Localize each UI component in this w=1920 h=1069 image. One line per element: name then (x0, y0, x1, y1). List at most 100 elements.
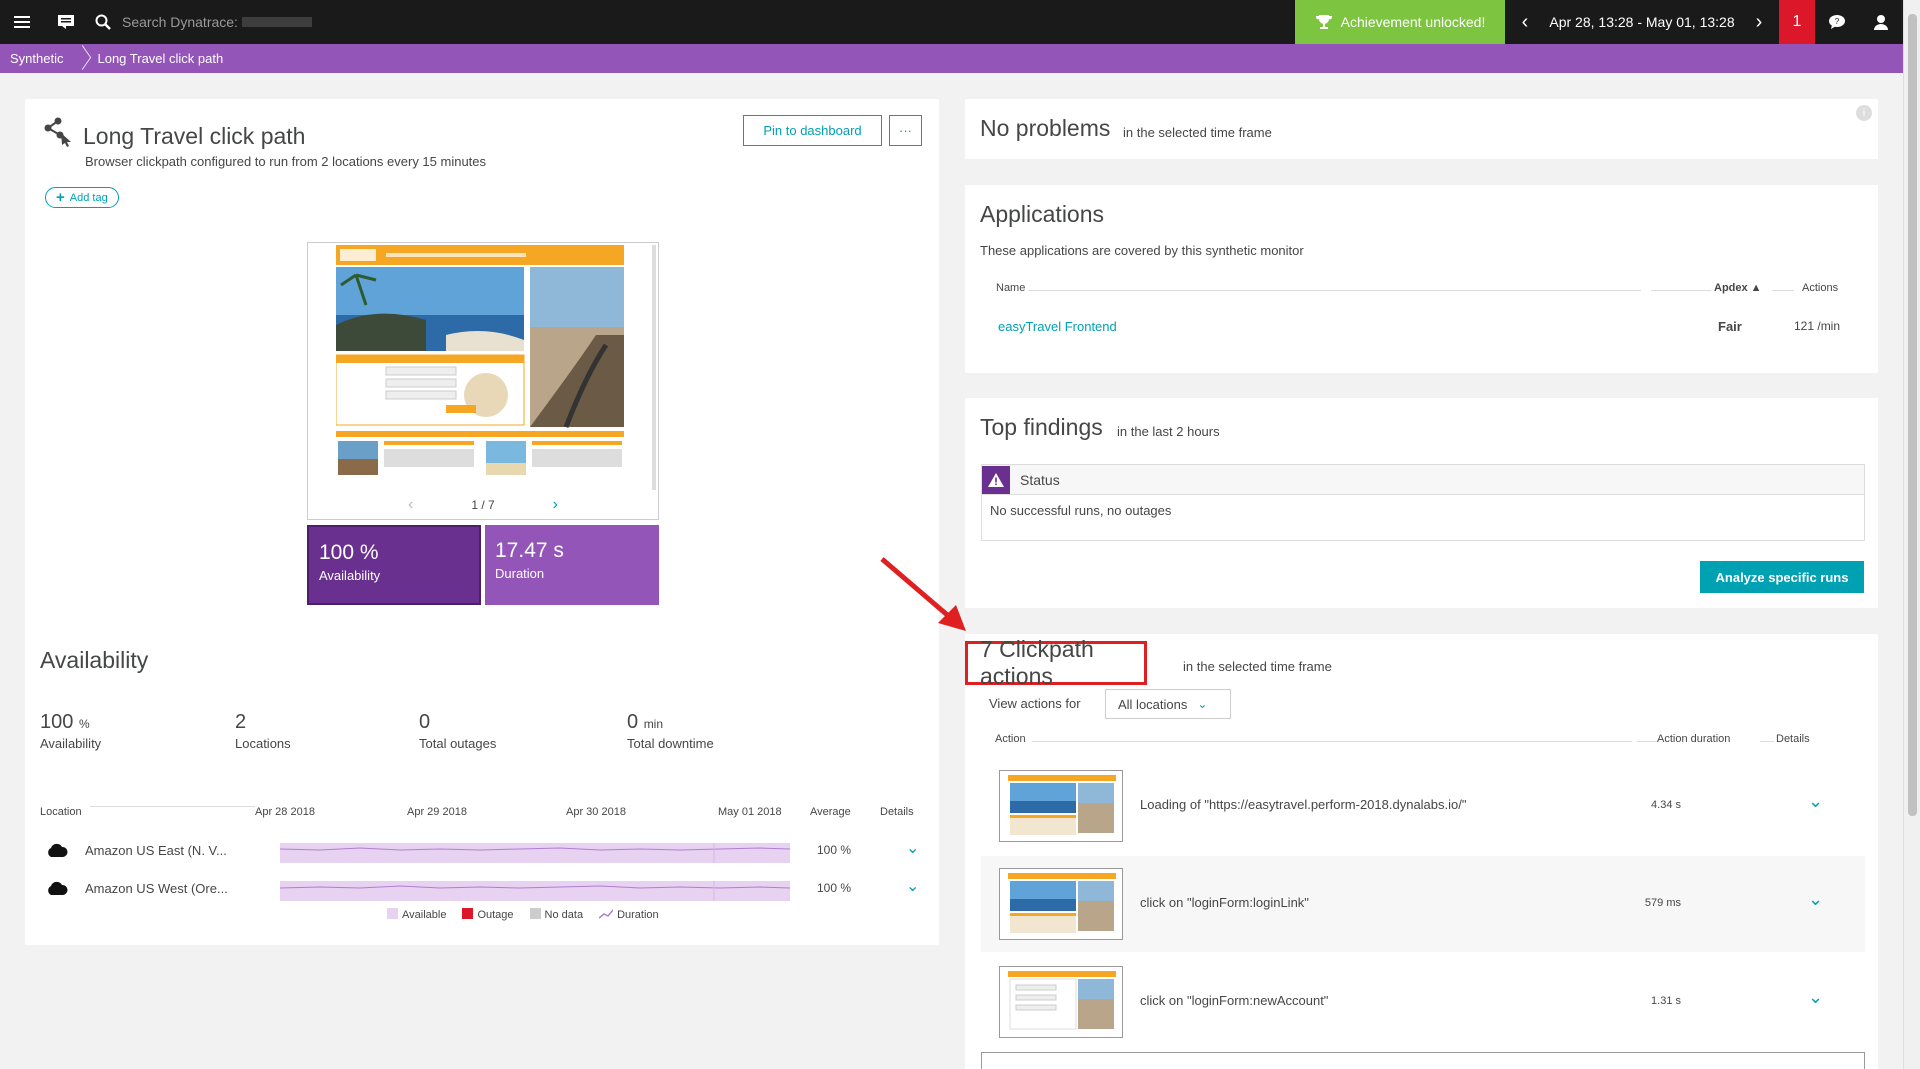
action-row[interactable]: Loading of "https://easytravel.perform-2… (981, 758, 1865, 854)
add-tag-label: Add tag (69, 191, 108, 204)
warning-icon (982, 465, 1010, 494)
plus-icon: + (56, 189, 65, 206)
col-action: Action (995, 733, 1026, 745)
col-apdex[interactable]: Apdex ▲ (1714, 282, 1762, 294)
availability-tile-value: 100 % (319, 541, 379, 564)
header-divider (1637, 741, 1657, 742)
legend-item: No data (529, 908, 583, 921)
col-details: Details (880, 806, 914, 818)
search-redacted (241, 17, 312, 27)
duration-tile-label: Duration (495, 566, 545, 581)
col-action-duration: Action duration (1657, 733, 1731, 745)
screenshot-pager: ‹ 1 / 7 › (408, 496, 558, 514)
legend-label: Duration (617, 908, 659, 921)
more-options-button[interactable]: ··· (889, 115, 922, 146)
clickpath-actions-card: 7 Clickpath actions in the selected time… (965, 634, 1878, 1069)
application-link[interactable]: easyTravel Frontend (998, 319, 1117, 334)
action-row[interactable]: click on "loginForm:loginLink" 579 ms ⌄ (981, 856, 1865, 952)
monitor-card: Long Travel click path Browser clickpath… (25, 99, 939, 945)
achievement-banner[interactable]: Achievement unlocked! (1295, 0, 1505, 44)
action-row[interactable]: click on "loginForm:newAccount" 1.31 s ⌄ (981, 954, 1865, 1050)
screenshot-prev-icon[interactable]: ‹ (408, 496, 413, 514)
stat-availability: 100 % Availability (40, 711, 101, 751)
page-scrollbar[interactable] (1903, 0, 1920, 1069)
location-row[interactable]: Amazon US West (Ore... 100 % ⌄ (40, 876, 920, 904)
location-average: 100 % (817, 843, 852, 857)
timeframe-prev-icon[interactable]: ‹ (1513, 11, 1537, 34)
action-label: Loading of "https://easytravel.perform-2… (1140, 797, 1467, 812)
action-duration: 1.31 s (1651, 995, 1681, 1007)
no-problems-subtitle: in the selected time frame (1123, 125, 1272, 140)
col-date-1: Apr 28 2018 (255, 806, 315, 818)
timeframe-next-icon[interactable]: › (1747, 11, 1771, 34)
chevron-down-icon[interactable]: ⌄ (906, 838, 919, 858)
analyze-specific-runs-button[interactable]: Analyze specific runs (1700, 561, 1864, 593)
screenshot-next-icon[interactable]: › (553, 496, 558, 514)
timeframe-label[interactable]: Apr 28, 13:28 - May 01, 13:28 (1549, 14, 1734, 30)
stat-unit: min (643, 717, 664, 731)
screenshot-scrollbar[interactable] (652, 245, 656, 490)
stat-value: 0 (627, 711, 639, 733)
search-icon[interactable] (88, 0, 118, 44)
header-divider (1760, 741, 1774, 742)
user-icon[interactable] (1859, 0, 1903, 44)
info-icon[interactable]: i (1856, 105, 1872, 121)
availability-heading: Availability (40, 647, 149, 673)
locations-table-header: Location Apr 28 2018 Apr 29 2018 Apr 30 … (40, 806, 920, 822)
pin-to-dashboard-button[interactable]: Pin to dashboard (743, 115, 882, 146)
legend-item: Duration (598, 908, 659, 921)
stat-label: Locations (235, 736, 291, 751)
col-name[interactable]: Name (996, 282, 1025, 294)
stat-outages: 0 Total outages (419, 711, 496, 751)
chat-icon[interactable]: ? (1815, 0, 1859, 44)
cloud-icon (48, 881, 68, 895)
scrollbar-thumb[interactable] (1908, 14, 1917, 816)
clickpath-actions-title: 7 Clickpath actions (965, 636, 1147, 689)
no-problems-title: No problems (980, 115, 1111, 141)
action-duration: 4.34 s (1651, 799, 1681, 811)
stat-value: 2 (235, 711, 247, 733)
breadcrumb-separator (73, 44, 87, 73)
breadcrumb-synthetic[interactable]: Synthetic (0, 44, 73, 73)
chevron-down-icon[interactable]: ⌄ (1808, 889, 1823, 910)
menu-icon[interactable] (0, 0, 44, 44)
screenshot-image (336, 245, 624, 475)
col-actions[interactable]: Actions (1802, 282, 1838, 294)
stat-value: 100 (40, 711, 74, 733)
application-actions-rate: 121 /min (1794, 319, 1841, 333)
chevron-down-icon[interactable]: ⌄ (1808, 791, 1823, 812)
search-input[interactable]: Search Dynatrace: (122, 14, 238, 30)
col-date-2: Apr 29 2018 (407, 806, 467, 818)
availability-tile-label: Availability (319, 568, 381, 583)
stat-label: Total outages (419, 736, 497, 751)
chevron-down-icon[interactable]: ⌄ (1808, 987, 1823, 1008)
problems-badge[interactable]: 1 (1779, 0, 1815, 44)
duration-tile[interactable]: 17.47 s Duration (485, 525, 659, 605)
header-divider (90, 806, 255, 807)
timeframe-selector[interactable]: ‹ Apr 28, 13:28 - May 01, 13:28 › (1505, 0, 1779, 44)
stat-unit: % (78, 717, 90, 731)
location-name: Amazon US West (Ore... (85, 881, 228, 896)
status-panel: Status No successful runs, no outages (981, 464, 1865, 541)
monitor-subtitle: Browser clickpath configured to run from… (85, 154, 487, 169)
availability-tile[interactable]: 100 % Availability (307, 525, 481, 605)
action-thumbnail (999, 966, 1123, 1038)
clickpath-screenshot[interactable]: ‹ 1 / 7 › (307, 242, 659, 520)
add-tag-button[interactable]: + Add tag (45, 187, 119, 208)
location-row[interactable]: Amazon US East (N. V... 100 % ⌄ (40, 838, 920, 866)
header-divider (1772, 290, 1794, 291)
view-actions-label: View actions for (989, 696, 1081, 711)
location-dropdown[interactable]: All locations ⌄ (1105, 689, 1231, 719)
clickpath-actions-subtitle: in the selected time frame (1183, 659, 1332, 674)
legend-item: Available (387, 908, 446, 921)
legend-label: Available (402, 909, 447, 921)
chevron-down-icon: ⌄ (1197, 697, 1208, 711)
chart-legend: Available Outage No data Duration (387, 908, 659, 921)
applications-title: Applications (980, 201, 1105, 227)
legend-item: Outage (462, 908, 514, 921)
screenshot-pager-label: 1 / 7 (471, 498, 495, 512)
chevron-down-icon[interactable]: ⌄ (906, 876, 919, 896)
notifications-feed-icon[interactable] (44, 0, 88, 44)
col-details: Details (1776, 733, 1810, 745)
no-problems-card: No problems in the selected time frame i (965, 99, 1878, 159)
